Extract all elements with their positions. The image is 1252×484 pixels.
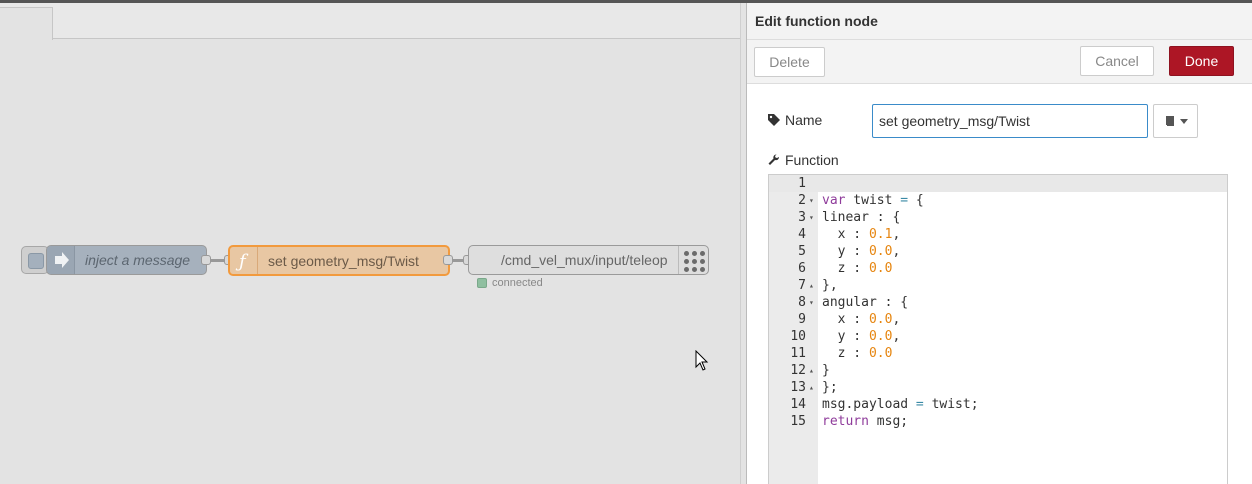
caret-down-icon bbox=[1179, 118, 1188, 124]
code-text: var twist = { bbox=[822, 193, 924, 208]
code-line[interactable]: 12 ▴} bbox=[769, 362, 1227, 379]
tray-header: Edit function node bbox=[747, 3, 1252, 40]
line-number: 1 bbox=[798, 176, 806, 191]
inject-trigger-button[interactable] bbox=[21, 246, 49, 274]
name-label-row: Name bbox=[768, 112, 822, 128]
line-number: 12 bbox=[790, 363, 806, 378]
line-number: 11 bbox=[790, 346, 806, 361]
name-label: Name bbox=[785, 112, 823, 128]
function-label: Function bbox=[785, 152, 839, 168]
code-text: linear : { bbox=[822, 210, 901, 225]
code-text: } bbox=[822, 363, 830, 378]
output-port[interactable] bbox=[201, 255, 211, 265]
node-library-button[interactable] bbox=[1153, 104, 1198, 138]
fold-marker-icon[interactable]: ▾ bbox=[809, 209, 814, 226]
grid-dots-icon bbox=[678, 246, 708, 274]
line-number: 10 bbox=[790, 329, 806, 344]
fold-marker-icon[interactable]: ▴ bbox=[809, 379, 814, 396]
tray-title: Edit function node bbox=[755, 13, 878, 29]
svg-text:ƒ: ƒ bbox=[235, 251, 249, 272]
line-number: 2 bbox=[798, 193, 806, 208]
mouse-cursor-icon bbox=[695, 350, 709, 371]
tag-icon bbox=[768, 114, 780, 126]
delete-button[interactable]: Delete bbox=[754, 47, 825, 77]
code-text: angular : { bbox=[822, 295, 909, 310]
code-line[interactable]: 2 ▾ var twist = { bbox=[769, 192, 1227, 209]
code-text: z : 0.0 bbox=[822, 346, 893, 361]
cancel-button[interactable]: Cancel bbox=[1080, 46, 1154, 76]
arrow-right-icon bbox=[47, 246, 75, 274]
ros-publish-node[interactable]: /cmd_vel_mux/input/teleop bbox=[468, 245, 709, 275]
code-line[interactable]: 10 y : 0.0, bbox=[769, 328, 1227, 345]
code-line[interactable]: 11 z : 0.0 bbox=[769, 345, 1227, 362]
code-line[interactable]: 9 x : 0.0, bbox=[769, 311, 1227, 328]
wrench-icon bbox=[768, 154, 780, 165]
function-icon: ƒ bbox=[230, 247, 258, 274]
code-line[interactable]: 14 msg.payload = twist; bbox=[769, 396, 1227, 413]
line-number: 6 bbox=[798, 261, 806, 276]
code-text: msg.payload = twist; bbox=[822, 397, 979, 412]
fold-marker-icon[interactable]: ▴ bbox=[809, 362, 814, 379]
code-text: y : 0.0, bbox=[822, 244, 901, 259]
line-number: 8 bbox=[798, 295, 806, 310]
done-button[interactable]: Done bbox=[1169, 46, 1234, 76]
fold-marker-icon[interactable]: ▾ bbox=[809, 294, 814, 311]
inject-node[interactable]: inject a message bbox=[46, 245, 207, 275]
code-line[interactable]: 3 ▾ linear : { bbox=[769, 209, 1227, 226]
fold-marker-icon[interactable]: ▴ bbox=[809, 277, 814, 294]
function-label-row: Function bbox=[768, 152, 839, 168]
code-text: x : 0.0, bbox=[822, 312, 901, 327]
line-number: 5 bbox=[798, 244, 806, 259]
code-line[interactable]: 13 ▴}; bbox=[769, 379, 1227, 396]
node-status: connected bbox=[477, 277, 543, 289]
name-input[interactable] bbox=[872, 104, 1148, 138]
flow-tab[interactable] bbox=[0, 7, 53, 40]
code-text: }; bbox=[822, 380, 838, 395]
line-number: 13 bbox=[790, 380, 806, 395]
code-line[interactable]: 4 x : 0.1, bbox=[769, 226, 1227, 243]
flow-workspace[interactable]: inject a message ƒ set geometry_msg/Twis… bbox=[0, 3, 740, 484]
tray-toolbar: Delete Cancel Done bbox=[747, 40, 1252, 84]
line-number: 3 bbox=[798, 210, 806, 225]
line-number: 7 bbox=[798, 278, 806, 293]
code-line[interactable]: 7 ▴}, bbox=[769, 277, 1227, 294]
line-number: 15 bbox=[790, 414, 806, 429]
code-editor[interactable]: 1 2 ▾ var twist = {3 ▾ linear : {4 x : 0.1, 5 … bbox=[768, 174, 1228, 484]
workspace-tab-bar bbox=[0, 3, 740, 40]
ros-node-label: /cmd_vel_mux/input/teleop bbox=[501, 252, 668, 268]
fold-marker-icon[interactable]: ▾ bbox=[809, 192, 814, 209]
code-text: x : 0.1, bbox=[822, 227, 901, 242]
code-line[interactable]: 15 return msg; bbox=[769, 413, 1227, 430]
function-node[interactable]: ƒ set geometry_msg/Twist bbox=[228, 245, 450, 276]
inject-node-label: inject a message bbox=[85, 252, 191, 268]
line-number: 4 bbox=[798, 227, 806, 242]
status-indicator bbox=[477, 278, 487, 288]
code-line[interactable]: 8 ▾ angular : { bbox=[769, 294, 1227, 311]
code-text: return msg; bbox=[822, 414, 909, 429]
code-text: }, bbox=[822, 278, 838, 293]
edit-tray: Edit function node Delete Cancel Done Na… bbox=[746, 3, 1252, 484]
code-line[interactable]: 5 y : 0.0, bbox=[769, 243, 1227, 260]
code-line[interactable]: 1 bbox=[769, 175, 1227, 192]
tray-body: Name Function 12▾var twist = {3▾linear :… bbox=[747, 84, 1252, 484]
code-line[interactable]: 6 z : 0.0 bbox=[769, 260, 1227, 277]
code-text: y : 0.0, bbox=[822, 329, 901, 344]
status-text: connected bbox=[492, 277, 543, 289]
line-number: 9 bbox=[798, 312, 806, 327]
line-number: 14 bbox=[790, 397, 806, 412]
book-icon bbox=[1165, 116, 1174, 126]
function-node-label: set geometry_msg/Twist bbox=[268, 252, 419, 269]
code-text: z : 0.0 bbox=[822, 261, 893, 276]
output-port[interactable] bbox=[443, 255, 453, 265]
